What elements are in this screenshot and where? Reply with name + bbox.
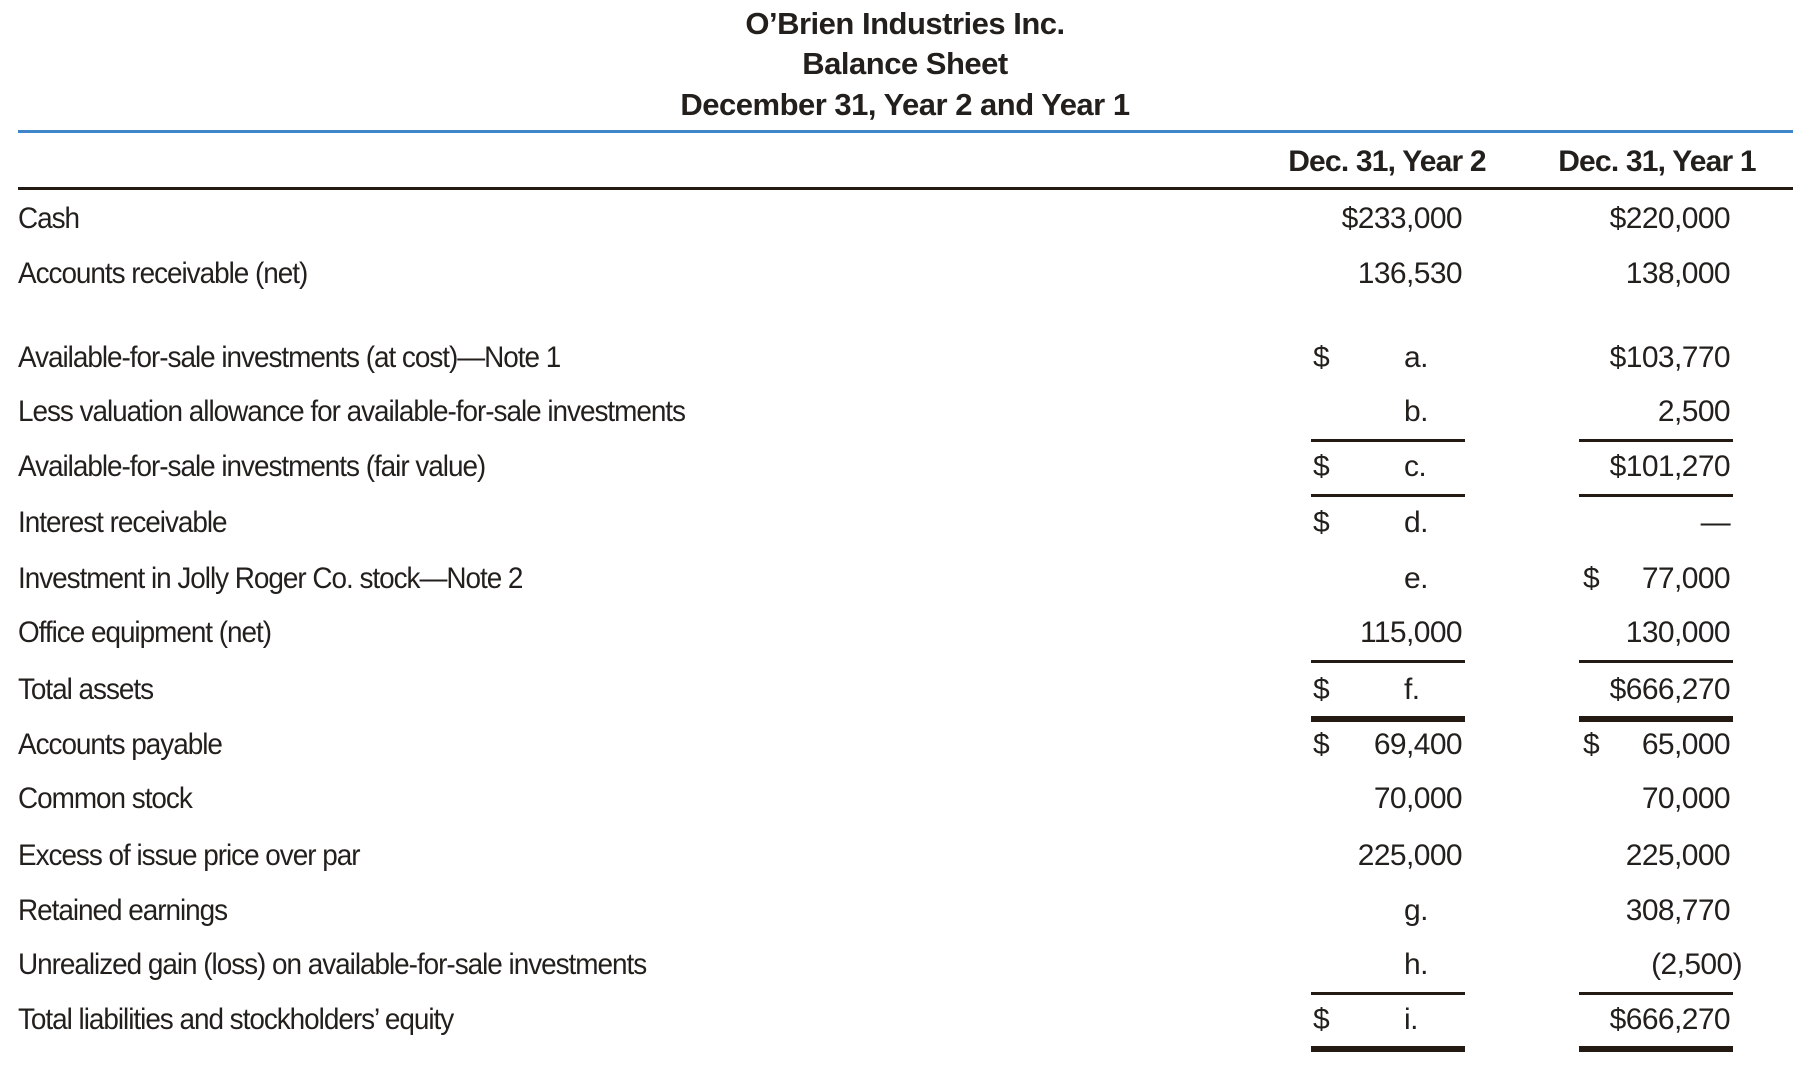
year-2-value: $233,000	[1341, 202, 1463, 235]
year-1-value: $101,270	[1609, 450, 1731, 483]
row-label: Total liabilities and stockholders’ equi…	[18, 1003, 454, 1036]
year-2-dollar-sign: $	[1313, 341, 1330, 374]
year-1-value: (2,500)	[1651, 948, 1742, 981]
year-1-double-underline	[1579, 716, 1733, 722]
year-2-answer-blank: a.	[1404, 341, 1428, 374]
year-2-value: 225,000	[1357, 839, 1463, 872]
year-1-value: $666,270	[1609, 1003, 1731, 1036]
year-1-value: —	[1700, 506, 1731, 539]
column-header-rule	[18, 187, 1793, 190]
year-1-value: 130,000	[1625, 616, 1731, 649]
year-2-dollar-sign: $	[1313, 506, 1330, 539]
row-label: Office equipment (net)	[18, 616, 272, 649]
column-header-year-1: Dec. 31, Year 1	[1558, 145, 1756, 178]
year-1-double-underline	[1579, 1046, 1733, 1052]
year-2-answer-blank: h.	[1404, 948, 1428, 981]
year-2-answer-blank: d.	[1404, 506, 1428, 539]
year-2-underline	[1311, 660, 1465, 663]
year-2-dollar-sign: $	[1313, 1003, 1330, 1036]
row-label: Less valuation allowance for available-f…	[18, 395, 686, 428]
year-1-underline	[1579, 660, 1733, 663]
year-2-dollar-sign: $	[1313, 450, 1330, 483]
row-label: Available-for-sale investments (fair val…	[18, 450, 486, 483]
year-1-value: 138,000	[1625, 257, 1731, 290]
year-1-underline	[1579, 439, 1733, 442]
year-2-double-underline	[1311, 1046, 1465, 1052]
year-1-value: 2,500	[1657, 395, 1731, 428]
row-label: Interest receivable	[18, 506, 228, 539]
year-2-answer-blank: e.	[1404, 562, 1428, 595]
year-2-answer-blank: f.	[1404, 673, 1420, 706]
row-label: Investment in Jolly Roger Co. stock—Note…	[18, 562, 523, 595]
row-label: Unrealized gain (loss) on available-for-…	[18, 948, 647, 981]
company-name: O’Brien Industries Inc.	[745, 6, 1065, 41]
year-2-answer-blank: c.	[1404, 450, 1427, 483]
year-1-value: 308,770	[1625, 894, 1731, 927]
year-1-dollar-sign: $	[1583, 562, 1600, 595]
header-rule	[18, 130, 1793, 133]
row-label: Total assets	[18, 673, 154, 706]
year-1-dollar-sign: $	[1583, 728, 1600, 761]
year-2-value: 70,000	[1373, 782, 1463, 815]
year-2-dollar-sign: $	[1313, 673, 1330, 706]
year-1-value: $103,770	[1609, 341, 1731, 374]
year-1-value: 225,000	[1625, 839, 1731, 872]
row-label: Retained earnings	[18, 894, 228, 927]
year-2-underline	[1311, 992, 1465, 995]
row-label: Common stock	[18, 782, 193, 815]
year-2-double-underline	[1311, 716, 1465, 722]
row-label: Accounts payable	[18, 728, 223, 761]
row-label: Cash	[18, 202, 80, 235]
year-2-answer-blank: b.	[1404, 395, 1428, 428]
year-1-value: 65,000	[1641, 728, 1731, 761]
year-1-value: $666,270	[1609, 673, 1731, 706]
year-2-underline	[1311, 439, 1465, 442]
column-header-year-2: Dec. 31, Year 2	[1288, 145, 1486, 178]
row-label: Excess of issue price over par	[18, 839, 360, 872]
year-2-value: 136,530	[1357, 257, 1463, 290]
year-1-value: 77,000	[1641, 562, 1731, 595]
year-2-answer-blank: g.	[1404, 894, 1428, 927]
year-1-value: 70,000	[1641, 782, 1731, 815]
year-2-underline	[1311, 494, 1465, 497]
year-2-value: 115,000	[1359, 616, 1463, 649]
year-2-value: 69,400	[1373, 728, 1463, 761]
year-1-underline	[1579, 992, 1733, 995]
row-label: Accounts receivable (net)	[18, 257, 308, 290]
statement-period: December 31, Year 2 and Year 1	[680, 87, 1130, 122]
year-1-value: $220,000	[1609, 202, 1731, 235]
statement-title: Balance Sheet	[802, 46, 1008, 81]
year-1-underline	[1579, 494, 1733, 497]
row-label: Available-for-sale investments (at cost)…	[18, 341, 561, 374]
year-2-dollar-sign: $	[1313, 728, 1330, 761]
year-2-answer-blank: i.	[1404, 1003, 1418, 1036]
